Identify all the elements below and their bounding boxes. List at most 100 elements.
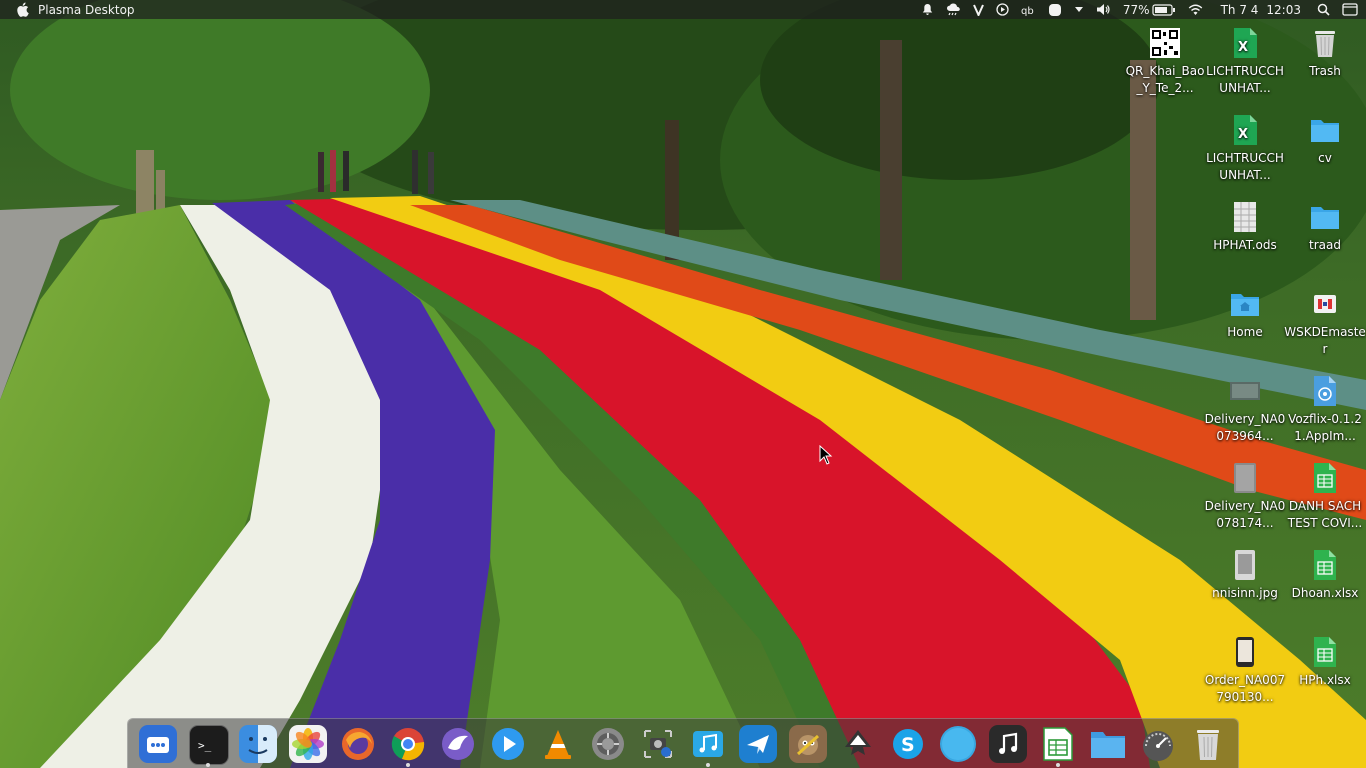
vlc-icon[interactable] (539, 725, 577, 763)
desktop-icon-label: Trash (1309, 64, 1341, 78)
svg-text:qb: qb (1021, 6, 1034, 16)
desktop-icon-home[interactable]: Home (1204, 287, 1286, 341)
desktop-icon-label: DANH SACH TEST COVI... (1287, 499, 1363, 530)
folder-icon (1308, 113, 1342, 147)
desktop-icon-label: QR_Khai_Bao_Y_Te_2... (1125, 64, 1205, 95)
launcher-icon[interactable] (139, 725, 177, 763)
spreadsheet-icon (1228, 200, 1262, 234)
desktop-icon-dhoan[interactable]: Dhoan.xlsx (1284, 548, 1366, 602)
system-tray: qb 77% Th 7 4 12:03 (915, 0, 1366, 19)
terminal-icon[interactable]: >_ (189, 725, 229, 765)
desktop-icon-nnisinn[interactable]: nnisinn.jpg (1204, 548, 1286, 602)
desktop-icon-label: cv (1318, 151, 1332, 165)
gimp-icon[interactable] (789, 725, 827, 763)
image-file-icon (1228, 461, 1262, 495)
desktop-icon-label: Delivery_NA0073964... (1204, 412, 1286, 443)
system-settings-icon[interactable] (589, 725, 627, 763)
trash-dock-icon[interactable] (1189, 725, 1227, 763)
image-file-icon (1228, 374, 1262, 408)
desktop-icon-label: HPh.xlsx (1299, 673, 1351, 687)
skype-icon[interactable]: S (889, 725, 927, 763)
desktop-icon-qr-image[interactable]: QR_Khai_Bao_Y_Te_2... (1124, 26, 1206, 97)
screenshot-icon[interactable] (639, 725, 677, 763)
menubar-clock[interactable]: 12:03 (1266, 0, 1301, 19)
mouse-cursor-icon (819, 444, 833, 469)
desktop-icon-excel-file[interactable]: X LICHTRUCCHUNHAT... (1204, 26, 1286, 97)
desktop-icon-label: LICHTRUCCHUNHAT... (1206, 151, 1284, 182)
desktop-icon-danh-sach[interactable]: DANH SACH TEST COVI... (1284, 461, 1366, 532)
desktop-icon-trash[interactable]: Trash (1284, 26, 1366, 80)
sheet-file-icon (1308, 548, 1342, 582)
sheet-file-icon (1308, 635, 1342, 669)
desktop-icon-label: traad (1309, 238, 1341, 252)
files-icon[interactable] (1089, 725, 1127, 763)
vpn-icon[interactable] (972, 0, 984, 19)
weather-icon[interactable] (946, 0, 961, 19)
notification-bell-icon[interactable] (921, 0, 934, 19)
desktop-icon-delivery-2[interactable]: Delivery_NA0078174... (1204, 461, 1286, 532)
svg-text:S: S (901, 734, 915, 756)
video-player-icon[interactable] (489, 725, 527, 763)
trash-icon (1308, 26, 1342, 60)
music-store-icon[interactable] (689, 725, 727, 763)
battery-icon[interactable] (1151, 0, 1176, 19)
desktop-icon-vozflix[interactable]: Vozflix-0.1.21.AppIm... (1284, 374, 1366, 445)
menubar-date[interactable]: Th 7 4 (1221, 0, 1259, 19)
excel-file-icon: X (1228, 26, 1262, 60)
appimage-icon (1308, 374, 1342, 408)
desktop-icon-label: Home (1227, 325, 1263, 339)
svg-text:X: X (1238, 127, 1248, 142)
running-indicator (1056, 763, 1060, 767)
media-player-icon[interactable] (996, 0, 1009, 19)
desktop-icon-label: Dhoan.xlsx (1291, 586, 1359, 600)
desktop-icon-label: nnisinn.jpg (1212, 586, 1278, 600)
firefox-icon[interactable] (339, 725, 377, 763)
display-icon[interactable] (1342, 0, 1358, 19)
running-indicator (206, 763, 210, 767)
speedometer-icon[interactable] (1139, 725, 1177, 763)
desktop-icon-hph[interactable]: HPh.xlsx (1284, 635, 1366, 689)
keyboard-layout-icon[interactable]: qb (1021, 0, 1036, 19)
image-file-icon (1228, 548, 1262, 582)
chevron-down-icon[interactable] (1074, 0, 1084, 19)
volume-icon[interactable] (1096, 0, 1111, 19)
running-indicator (406, 763, 410, 767)
eagle-icon[interactable] (439, 725, 477, 763)
toggle-icon[interactable] (1048, 0, 1062, 19)
app-icon (1308, 287, 1342, 321)
chrome-icon[interactable] (389, 725, 427, 763)
home-folder-icon (1228, 287, 1262, 321)
desktop-icon-spreadsheet[interactable]: HPHAT.ods (1204, 200, 1286, 254)
desktop-icon-delivery-1[interactable]: Delivery_NA0073964... (1204, 374, 1286, 445)
music-icon[interactable] (989, 725, 1027, 763)
wifi-icon[interactable] (1188, 0, 1203, 19)
browser-orb-icon[interactable] (939, 725, 977, 763)
desktop-icon-wskdemaster[interactable]: WSKDEmaster (1284, 287, 1366, 358)
spreadsheet-app-icon[interactable] (1039, 725, 1077, 763)
desktop-icon-folder-cv[interactable]: cv (1284, 113, 1366, 167)
desktop-icon-order[interactable]: Order_NA007790130... (1204, 635, 1286, 706)
desktop-icon-excel-file-2[interactable]: X LICHTRUCCHUNHAT... (1204, 113, 1286, 184)
desktop-wallpaper (0, 0, 1366, 768)
battery-percent[interactable]: 77% (1123, 0, 1150, 19)
desktop-icon-label: Vozflix-0.1.21.AppIm... (1288, 412, 1362, 443)
photos-icon[interactable] (289, 725, 327, 763)
desktop-icon-label: HPHAT.ods (1213, 238, 1277, 252)
folder-icon (1308, 200, 1342, 234)
finder-icon[interactable] (239, 725, 277, 763)
active-app-title[interactable]: Plasma Desktop (38, 3, 135, 17)
inkscape-icon[interactable] (839, 725, 877, 763)
image-file-icon (1228, 635, 1262, 669)
desktop-icon-label: Delivery_NA0078174... (1204, 499, 1286, 530)
apple-menu-icon[interactable] (14, 2, 30, 18)
sheet-file-icon (1308, 461, 1342, 495)
desktop-icon-folder-traad[interactable]: traad (1284, 200, 1366, 254)
svg-text:>_: >_ (198, 739, 212, 752)
qr-image-icon (1148, 26, 1182, 60)
search-icon[interactable] (1317, 0, 1330, 19)
desktop-icon-label: LICHTRUCCHUNHAT... (1206, 64, 1284, 95)
excel-file-icon: X (1228, 113, 1262, 147)
desktop-icon-label: Order_NA007790130... (1204, 673, 1286, 704)
svg-text:X: X (1238, 40, 1248, 55)
airplane-app-icon[interactable] (739, 725, 777, 763)
